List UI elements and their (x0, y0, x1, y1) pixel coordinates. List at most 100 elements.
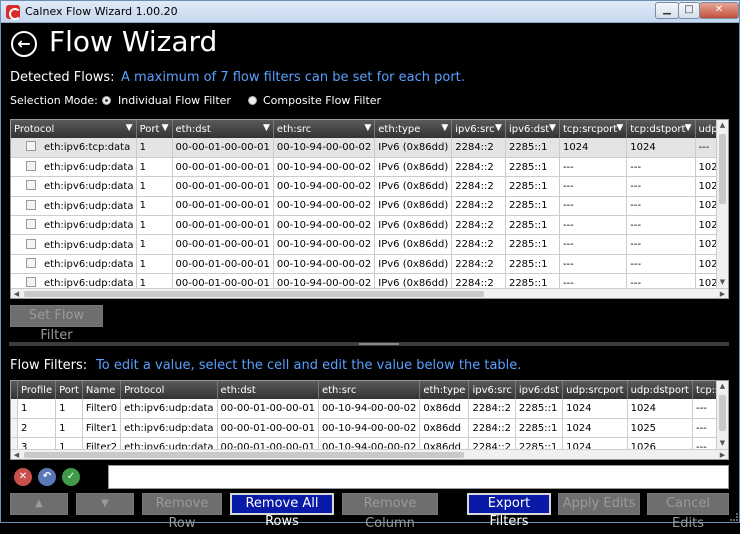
table-cell[interactable]: 00-10-94-00-00-02 (273, 196, 376, 217)
table-cell[interactable]: 1025 (627, 418, 693, 439)
table-cell[interactable]: eth:ipv6:udp:data (11, 196, 137, 217)
table-cell[interactable]: 2285::1 (505, 215, 560, 236)
remove-all-rows-button[interactable]: Remove All Rows (230, 493, 334, 529)
table-row[interactable]: 1 1 Filter0 eth:ipv6:udp:data 00-00-01-00-00… (11, 399, 728, 419)
table-cell[interactable]: IPv6 (0x86dd) (374, 196, 453, 217)
cell-value-input[interactable] (108, 465, 729, 489)
table-cell[interactable]: 1 (17, 399, 57, 419)
move-down-button[interactable]: ▼ (76, 493, 134, 515)
cancel-edits-button[interactable]: Cancel Edits (647, 493, 729, 531)
table-cell[interactable]: eth:ipv6:udp:data (11, 157, 137, 178)
table-cell[interactable]: IPv6 (0x86dd) (374, 234, 453, 255)
table-cell[interactable]: 1 (136, 234, 173, 255)
column-header[interactable]: eth:src ▼ (273, 120, 376, 138)
table-cell[interactable]: IPv6 (0x86dd) (374, 176, 453, 197)
table-cell[interactable]: eth:ipv6:udp:data (11, 234, 137, 255)
table-cell[interactable]: 1 (136, 215, 173, 236)
table-cell[interactable]: 2284::2 (451, 196, 506, 217)
row-checkbox[interactable] (26, 258, 36, 269)
column-header[interactable]: Protocol (120, 381, 218, 399)
filter-icon[interactable]: ▼ (162, 123, 169, 133)
filter-icon[interactable]: ▼ (549, 123, 556, 133)
table-cell[interactable]: 2284::2 (468, 418, 516, 439)
table-cell[interactable]: 00-00-01-00-00-01 (172, 196, 274, 217)
table-cell[interactable]: Filter1 (82, 418, 122, 439)
table-cell[interactable]: 1024 (559, 138, 628, 158)
composite-filter-radio[interactable] (248, 96, 257, 105)
column-header[interactable]: Port ▼ (136, 120, 173, 138)
table-cell[interactable]: --- (559, 234, 628, 255)
table-cell[interactable]: 1024 (562, 399, 628, 419)
remove-row-button[interactable]: Remove Row (142, 493, 222, 531)
table-cell[interactable]: 00-00-01-00-00-01 (172, 176, 274, 197)
table-cell[interactable]: 1024 (562, 418, 628, 439)
table-cell[interactable]: 2285::1 (515, 399, 564, 419)
resize-grip-icon[interactable] (730, 513, 738, 521)
filter-icon[interactable]: ▼ (126, 123, 133, 133)
table-cell[interactable]: --- (626, 157, 696, 178)
table-cell[interactable]: 00-00-01-00-00-01 (172, 234, 274, 255)
table-row[interactable]: eth:ipv6:tcp:data 1 00-00-01-00-00-01 00-10… (11, 138, 728, 158)
delete-icon[interactable]: ✕ (14, 468, 32, 486)
table-cell[interactable]: 00-10-94-00-00-02 (273, 215, 376, 236)
row-checkbox[interactable] (26, 141, 36, 152)
table-cell[interactable]: 1 (136, 138, 173, 158)
scroll-thumb[interactable] (24, 291, 484, 297)
table-cell[interactable]: 00-00-01-00-00-01 (217, 418, 319, 439)
table-cell[interactable]: 2284::2 (451, 176, 506, 197)
set-flow-filter-button[interactable]: Set Flow Filter (10, 305, 103, 343)
row-checkbox[interactable] (26, 277, 36, 288)
column-header[interactable]: eth:dst (217, 381, 319, 399)
scroll-up-icon[interactable]: ▲ (717, 381, 728, 392)
table-cell[interactable]: 00-00-01-00-00-01 (172, 138, 274, 158)
table-cell[interactable]: IPv6 (0x86dd) (374, 254, 453, 275)
table-cell[interactable]: 2284::2 (451, 157, 506, 178)
scroll-thumb[interactable] (719, 134, 726, 204)
row-checkbox[interactable] (26, 161, 36, 172)
table-row[interactable]: eth:ipv6:udp:data 1 00-00-01-00-00-01 00-10… (11, 234, 728, 255)
table-row[interactable]: eth:ipv6:udp:data 1 00-00-01-00-00-01 00-10… (11, 215, 728, 236)
table-cell[interactable]: 00-10-94-00-00-02 (318, 418, 421, 439)
table-cell[interactable]: 2285::1 (505, 138, 560, 158)
flow-filters-table[interactable]: Profile Port Name Protocol eth:dst eth:src eth… (10, 380, 729, 460)
table-cell[interactable]: 2284::2 (451, 234, 506, 255)
table-cell[interactable]: --- (559, 196, 628, 217)
table-cell[interactable]: 0x86dd (419, 399, 470, 419)
column-header[interactable]: ipv6:src ▼ (451, 120, 506, 138)
table-cell[interactable]: 2 (17, 418, 57, 439)
table-cell[interactable]: IPv6 (0x86dd) (374, 157, 453, 178)
row-checkbox[interactable] (26, 219, 36, 230)
table-cell[interactable]: IPv6 (0x86dd) (374, 138, 453, 158)
table-cell[interactable]: --- (626, 234, 696, 255)
minimize-button[interactable]: ▁ (655, 2, 679, 19)
table-cell[interactable]: eth:ipv6:udp:data (11, 254, 137, 275)
table-cell[interactable]: 00-10-94-00-00-02 (273, 176, 376, 197)
table-cell[interactable]: 2285::1 (505, 254, 560, 275)
table-cell[interactable]: 00-10-94-00-00-02 (273, 234, 376, 255)
table-cell[interactable]: eth:ipv6:udp:data (120, 418, 218, 439)
apply-edits-button[interactable]: Apply Edits (558, 493, 640, 515)
table-cell[interactable]: eth:ipv6:udp:data (11, 176, 137, 197)
back-arrow-icon[interactable]: ← (11, 31, 37, 57)
column-header[interactable]: Profile (17, 381, 57, 399)
table-row[interactable]: eth:ipv6:udp:data 1 00-00-01-00-00-01 00-10… (11, 157, 728, 178)
row-checkbox[interactable] (26, 238, 36, 249)
column-header[interactable]: tcp:srcport ▼ (559, 120, 628, 138)
table-cell[interactable]: 2285::1 (505, 157, 560, 178)
table-cell[interactable]: --- (559, 176, 628, 197)
table-cell[interactable]: 2285::1 (505, 176, 560, 197)
filter-icon[interactable]: ▼ (616, 123, 623, 133)
table-cell[interactable]: --- (626, 254, 696, 275)
column-header[interactable]: ipv6:dst (515, 381, 564, 399)
table-row[interactable]: eth:ipv6:udp:data 1 00-00-01-00-00-01 00-10… (11, 176, 728, 197)
export-filters-button[interactable]: Export Filters (467, 493, 551, 529)
table-cell[interactable]: 2284::2 (468, 399, 516, 419)
filter-icon[interactable]: ▼ (685, 123, 692, 133)
row-checkbox[interactable] (26, 180, 36, 191)
table-row[interactable]: eth:ipv6:udp:data 1 00-00-01-00-00-01 00-10… (11, 254, 728, 275)
table-row[interactable]: 2 1 Filter1 eth:ipv6:udp:data 00-00-01-00-00… (11, 418, 728, 439)
scroll-right-icon[interactable]: ▶ (717, 450, 728, 459)
scroll-up-icon[interactable]: ▲ (717, 120, 728, 131)
scroll-thumb[interactable] (719, 395, 726, 431)
filter-icon[interactable]: ▼ (495, 123, 502, 133)
